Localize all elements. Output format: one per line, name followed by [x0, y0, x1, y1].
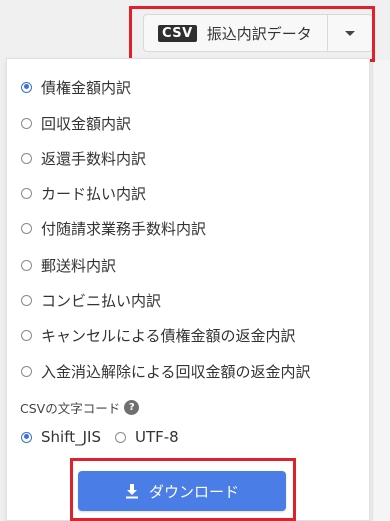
- radio-icon: [21, 329, 32, 341]
- export-button-group: CSV 振込内訳データ: [143, 14, 373, 52]
- option-item[interactable]: キャンセルによる債権金額の返金内訳: [21, 324, 296, 346]
- radio-icon: [21, 431, 32, 443]
- csv-icon: CSV: [158, 24, 197, 42]
- option-label: カード払い内訳: [41, 184, 147, 203]
- option-label: コンビニ払い内訳: [41, 291, 162, 310]
- radio-icon: [21, 187, 32, 199]
- radio-icon: [114, 431, 126, 443]
- help-icon[interactable]: ?: [124, 400, 140, 415]
- option-label: 返還手数料内訳: [41, 149, 147, 168]
- radio-icon: [21, 294, 32, 306]
- download-icon: [125, 483, 139, 499]
- encoding-option-label: UTF-8: [134, 428, 179, 446]
- download-button[interactable]: ダウンロード: [78, 471, 286, 511]
- encoding-option-label: Shift_JIS: [41, 428, 101, 446]
- encoding-options: Shift_JIS UTF-8: [21, 428, 193, 446]
- caret-down-icon: [345, 30, 355, 36]
- export-dropdown-toggle[interactable]: [328, 15, 372, 51]
- option-label: 付随請求業務手数料内訳: [41, 219, 207, 238]
- option-item[interactable]: カード払い内訳: [21, 182, 146, 204]
- background-strip: [372, 60, 390, 521]
- encoding-option-utf8[interactable]: UTF-8: [114, 428, 179, 446]
- export-dropdown-panel: 債権金額内訳 回収金額内訳 返還手数料内訳 カード払い内訳 付随請求業務手数料内…: [6, 58, 370, 521]
- screen: CSV 振込内訳データ 債権金額内訳 回収金額内訳 返還手数料内訳 カード払い内…: [0, 0, 390, 521]
- option-item[interactable]: 入金消込解除による回収金額の返金内訳: [21, 360, 311, 382]
- option-item[interactable]: 回収金額内訳: [21, 112, 131, 134]
- option-label: 回収金額内訳: [41, 114, 132, 133]
- option-label: 債権金額内訳: [41, 78, 132, 97]
- radio-icon: [21, 259, 32, 271]
- radio-icon: [21, 365, 32, 377]
- option-item[interactable]: コンビニ払い内訳: [21, 289, 161, 311]
- export-button-label: 振込内訳データ: [206, 24, 312, 43]
- option-item[interactable]: 返還手数料内訳: [21, 147, 146, 169]
- option-item[interactable]: 郵送料内訳: [21, 254, 116, 276]
- radio-icon: [21, 81, 32, 93]
- encoding-section-label: CSVの文字コード ?: [20, 398, 140, 417]
- radio-icon: [21, 222, 32, 234]
- encoding-label: CSVの文字コード: [20, 401, 121, 416]
- radio-icon: [21, 117, 32, 129]
- download-label: ダウンロード: [148, 482, 239, 501]
- radio-icon: [21, 152, 32, 164]
- option-label: 入金消込解除による回収金額の返金内訳: [41, 362, 311, 381]
- export-transfer-data-button[interactable]: CSV 振込内訳データ: [144, 15, 328, 51]
- option-label: 郵送料内訳: [41, 256, 117, 275]
- option-item[interactable]: 付随請求業務手数料内訳: [21, 217, 206, 239]
- option-label: キャンセルによる債権金額の返金内訳: [41, 326, 296, 345]
- option-item[interactable]: 債権金額内訳: [21, 76, 131, 98]
- encoding-option-shift-jis[interactable]: Shift_JIS: [21, 428, 101, 446]
